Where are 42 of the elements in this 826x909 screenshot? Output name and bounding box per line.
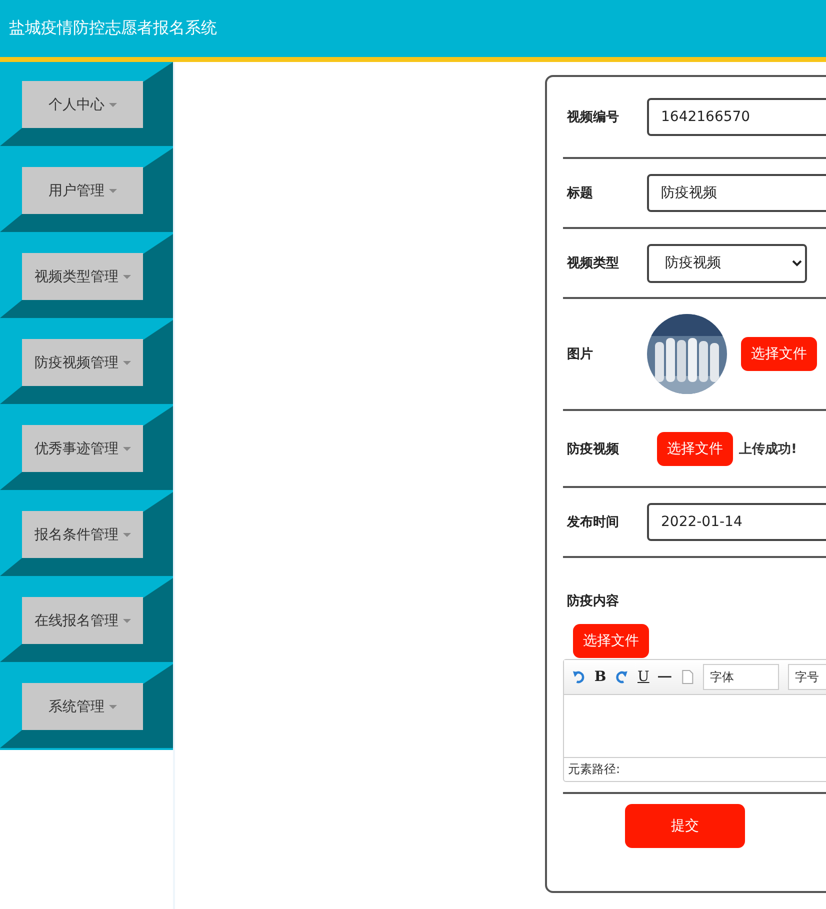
rich-text-editor[interactable]: B U 字体 字号 元素路径: — [563, 659, 826, 782]
toolbar-dropdown[interactable]: 字体 — [702, 664, 779, 690]
caret-icon — [122, 274, 130, 278]
choose-file-button[interactable]: 选择文件 — [573, 624, 649, 658]
menu-button[interactable]: 系统管理 — [22, 683, 143, 730]
field-label: 防疫视频 — [566, 440, 620, 458]
field-label: 发布时间 — [566, 514, 620, 531]
site-title: 盐城疫情防控志愿者报名系统 — [9, 18, 217, 39]
menu-button[interactable]: 报名条件管理 — [22, 511, 143, 558]
caret-icon — [108, 704, 116, 708]
undo-icon[interactable] — [572, 670, 586, 684]
input-field[interactable]: 2022-01-14 — [647, 503, 826, 541]
input-field[interactable]: 1642166570 — [647, 98, 826, 136]
upload-status: 上传成功! — [739, 440, 797, 458]
choose-file-button[interactable]: 选择文件 — [657, 432, 733, 466]
caret-icon — [122, 532, 130, 536]
field-label: 标题 — [566, 185, 594, 202]
field-label: 视频编号 — [566, 108, 620, 126]
input-field[interactable]: 防疫视频 — [647, 174, 826, 212]
field-label: 视频类型 — [566, 255, 620, 272]
redo-icon[interactable] — [615, 670, 628, 684]
type-select[interactable]: 防疫视频 — [647, 244, 807, 282]
caret-icon — [108, 188, 116, 192]
element-path: 元素路径: — [567, 761, 622, 778]
field-label: 图片 — [566, 346, 594, 363]
choose-file-button[interactable]: 选择文件 — [741, 337, 817, 371]
caret-icon — [122, 618, 130, 622]
caret-icon — [122, 360, 130, 364]
caret-icon — [108, 102, 116, 106]
underline-button[interactable]: U — [638, 669, 650, 685]
menu-button[interactable]: 在线报名管理 — [22, 597, 143, 644]
submit-button[interactable]: 提交 — [625, 804, 745, 848]
field-label: 防疫内容 — [566, 592, 620, 610]
toolbar-dropdown[interactable]: 字号 — [788, 664, 826, 690]
menu-button[interactable]: 优秀事迹管理 — [22, 425, 143, 472]
caret-icon — [122, 446, 130, 450]
page-icon[interactable] — [680, 670, 694, 684]
menu-button[interactable]: 防疫视频管理 — [22, 339, 143, 386]
menu-button[interactable]: 个人中心 — [22, 81, 143, 128]
bold-button[interactable]: B — [594, 669, 606, 685]
menu-button[interactable]: 视频类型管理 — [22, 253, 143, 300]
menu-button[interactable]: 用户管理 — [22, 167, 143, 214]
